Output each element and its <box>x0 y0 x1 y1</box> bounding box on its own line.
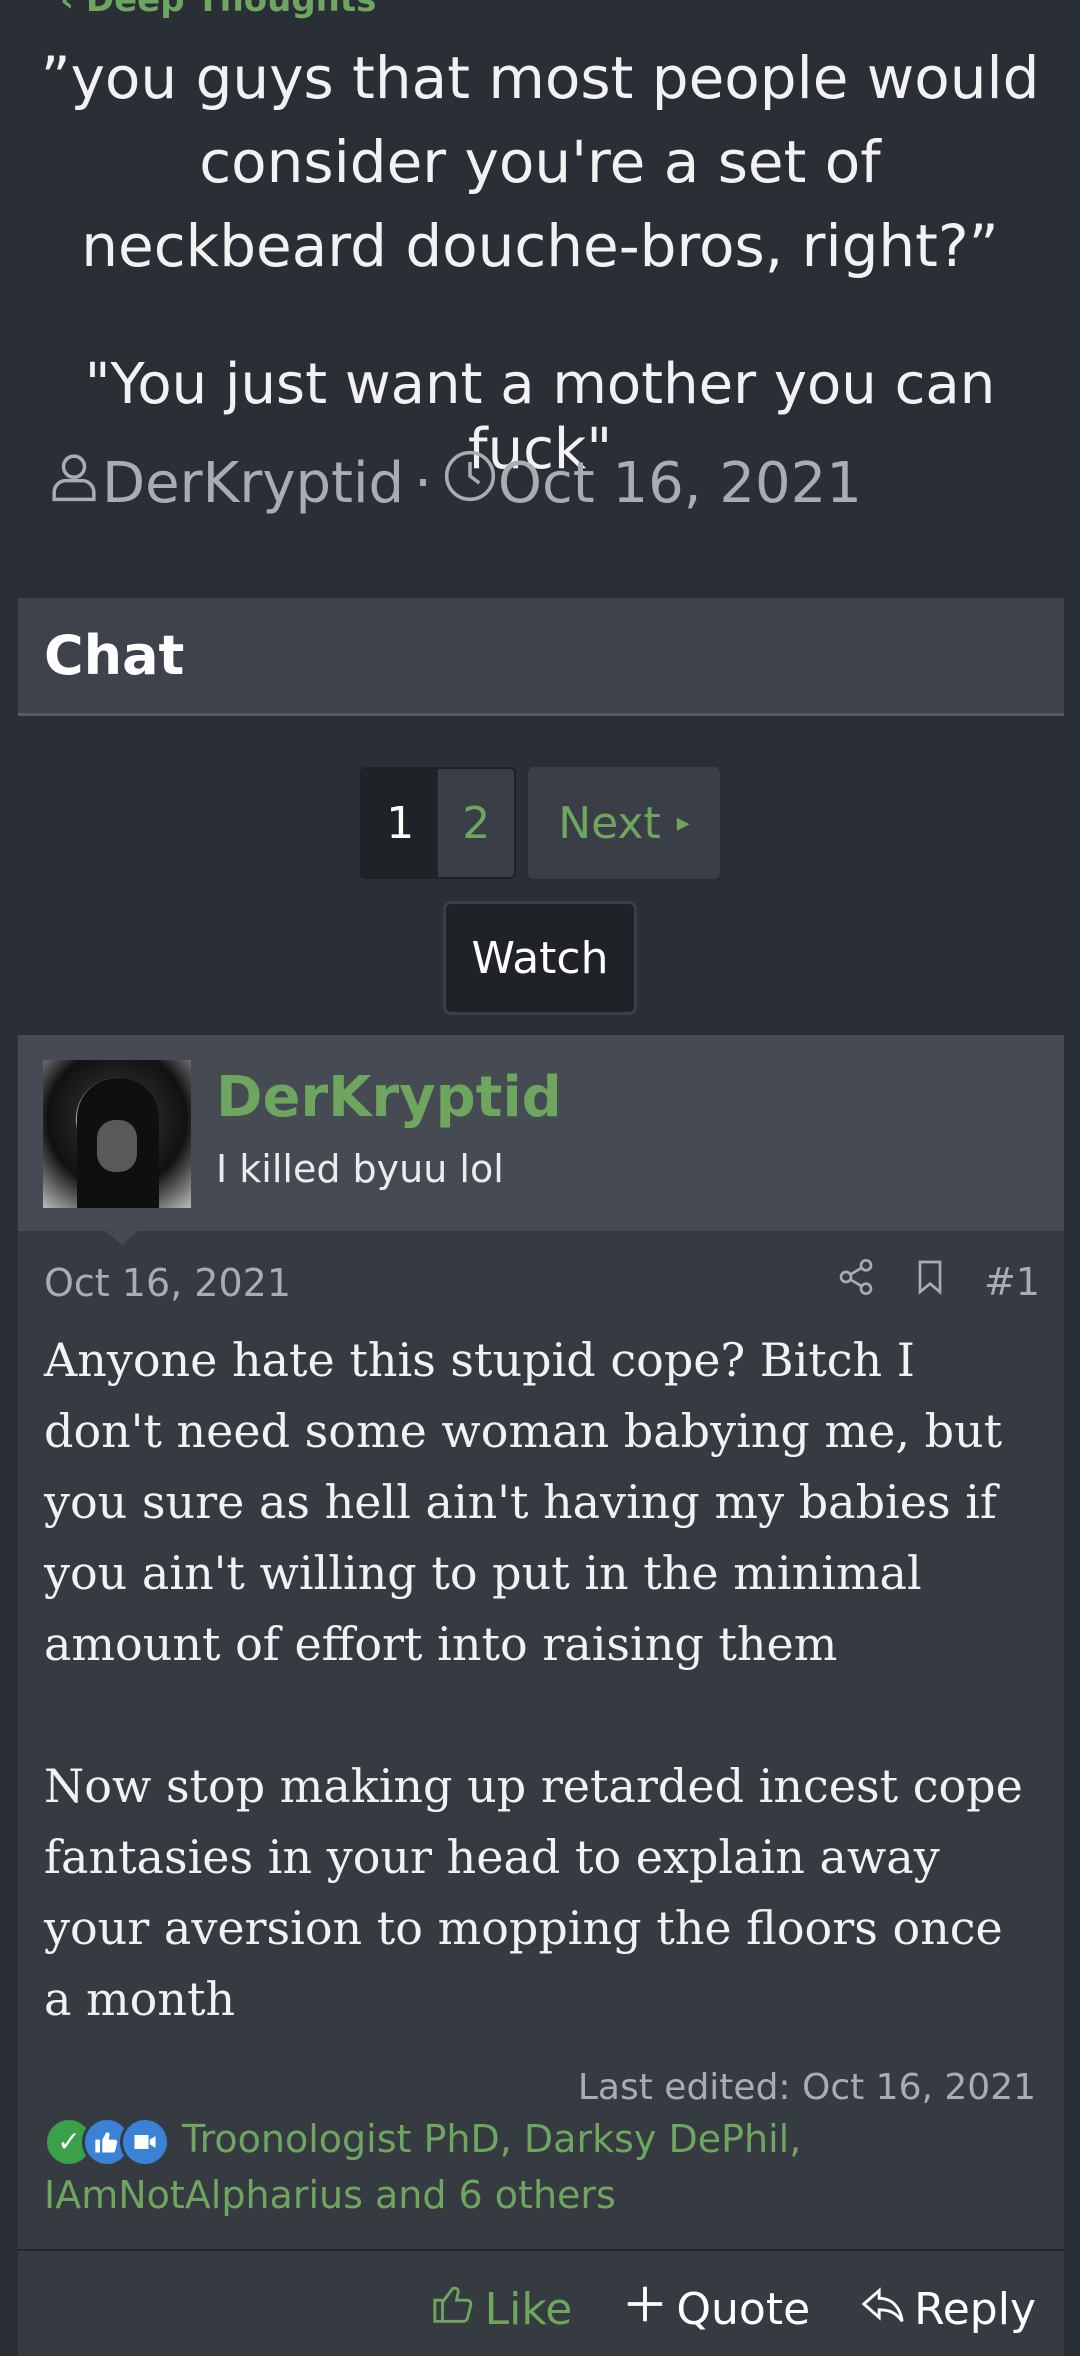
plus-icon <box>622 2281 676 2338</box>
reactions-bar[interactable]: ✓ Troonologist PhD, Darksy DePhil, IAmNo… <box>44 2111 944 2223</box>
like-label: Like <box>484 2284 573 2335</box>
avatar-face <box>97 1120 137 1172</box>
clock-icon <box>442 448 498 518</box>
avatar[interactable] <box>43 1060 191 1208</box>
reply-icon <box>860 2281 914 2338</box>
post-divider <box>18 2249 1064 2251</box>
next-label: Next <box>558 797 661 849</box>
page-group: 1 2 <box>360 767 517 879</box>
last-edited: Last edited: Oct 16, 2021 <box>577 2067 1036 2108</box>
post: DerKryptid I killed byuu lol Oct 16, 202… <box>18 1035 1064 2356</box>
user-icon <box>46 448 102 518</box>
post-actions: Like Quote Reply <box>431 2281 1036 2338</box>
thread-meta: DerKryptid · Oct 16, 2021 <box>46 448 862 518</box>
page-2-button[interactable]: 2 <box>438 769 515 877</box>
reply-button[interactable]: Reply <box>860 2281 1036 2338</box>
thread-author[interactable]: DerKryptid <box>102 451 404 516</box>
watch-wrap: Watch <box>0 901 1080 1015</box>
thread-header: ‹ Deep Thoughts ”you guys that most peop… <box>0 0 1080 560</box>
thumbs-up-icon <box>431 2281 485 2338</box>
reply-label: Reply <box>914 2284 1036 2335</box>
thread-title: ”you guys that most people would conside… <box>40 44 1040 280</box>
next-page-button[interactable]: Next ▸ <box>528 767 720 879</box>
section-title: Chat <box>44 624 185 687</box>
post-tools: #1 <box>836 1257 1040 1306</box>
quote-button[interactable]: Quote <box>622 2281 810 2338</box>
share-icon[interactable] <box>836 1257 876 1306</box>
post-body: Anyone hate this stupid cope? Bitch I do… <box>44 1325 1036 2106</box>
thread-date[interactable]: Oct 16, 2021 <box>498 451 862 516</box>
breadcrumb-label[interactable]: Deep Thoughts <box>86 0 377 20</box>
post-username[interactable]: DerKryptid <box>216 1065 562 1130</box>
section-bar: Chat <box>18 598 1064 716</box>
breadcrumb-link[interactable]: ‹ Deep Thoughts <box>60 0 376 20</box>
pagination: 1 2 Next ▸ <box>0 767 1080 879</box>
post-user-header: DerKryptid I killed byuu lol <box>18 1035 1064 1231</box>
quote-label: Quote <box>676 2284 811 2335</box>
reaction-icon <box>120 2116 170 2167</box>
like-button[interactable]: Like <box>431 2281 573 2338</box>
reaction-icons: ✓ <box>44 2116 170 2167</box>
header-notch <box>106 1231 138 1245</box>
post-paragraph: Now stop making up retarded incest cope … <box>44 1759 1023 2026</box>
meta-separator: · <box>414 450 432 516</box>
page-1-button[interactable]: 1 <box>362 769 439 877</box>
post-date[interactable]: Oct 16, 2021 <box>44 1261 291 1305</box>
post-number[interactable]: #1 <box>984 1260 1040 1304</box>
user-title: I killed byuu lol <box>216 1147 504 1191</box>
bookmark-icon[interactable] <box>910 1257 950 1306</box>
post-paragraph: Anyone hate this stupid cope? Bitch I do… <box>44 1333 1003 1671</box>
caret-right-icon: ▸ <box>676 808 690 838</box>
watch-button[interactable]: Watch <box>443 901 637 1015</box>
